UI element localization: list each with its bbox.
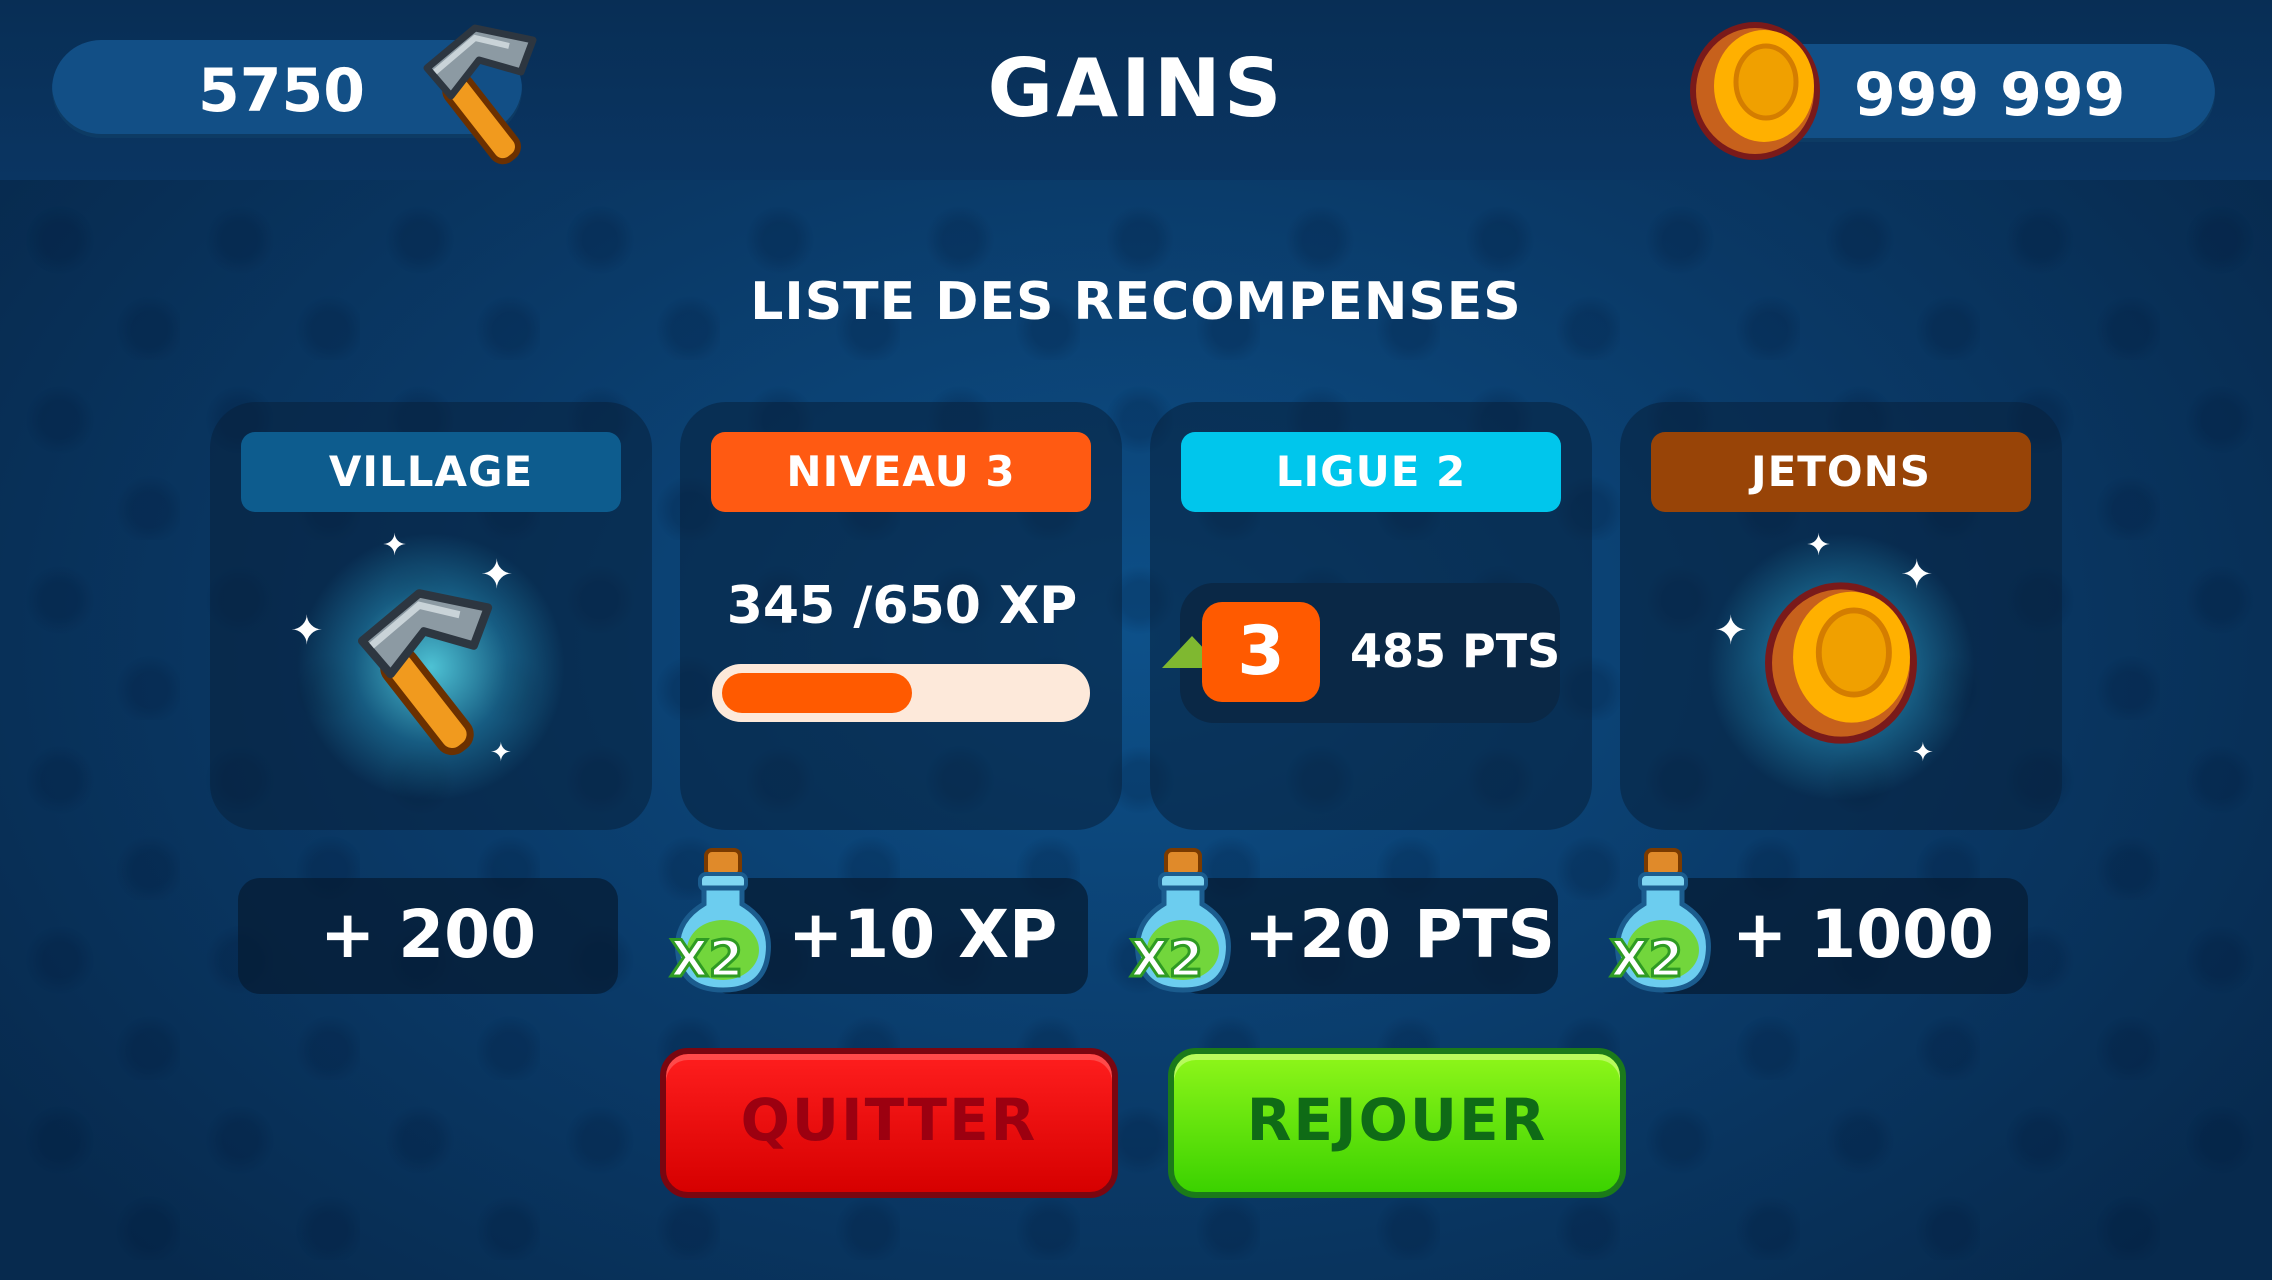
sparkle-icon: ✦: [1912, 738, 1934, 768]
tokens-header: JETONS: [1651, 432, 2031, 512]
coin-count: 999 999: [1854, 60, 2126, 130]
sparkle-icon: ✦: [1900, 552, 1934, 598]
xp-progress-fill: [722, 673, 912, 713]
xp-progress-text: 345 /650 XP: [726, 576, 1078, 636]
rewards-list-title: LISTE DES RECOMPENSES: [750, 272, 1522, 332]
multiplier-badge: X2: [1608, 929, 1684, 990]
village-header: VILLAGE: [241, 432, 621, 512]
league-points: 485 PTS: [1350, 624, 1561, 678]
sparkle-icon: ✦: [1714, 608, 1748, 654]
sparkle-icon: ✦: [1806, 528, 1832, 563]
xp-progress-bar: [712, 664, 1090, 722]
sparkle-icon: ✦: [382, 528, 408, 563]
sparkle-icon: ✦: [480, 552, 514, 598]
league-header: LIGUE 2: [1181, 432, 1561, 512]
quit-button[interactable]: QUITTER: [660, 1048, 1118, 1198]
level-reward: +10 XP: [788, 896, 1058, 973]
sparkle-icon: ✦: [490, 738, 512, 768]
multiplier-badge: X2: [1128, 929, 1204, 990]
hammer-icon: [357, 589, 493, 756]
coin-icon: [1690, 22, 1820, 160]
coin-icon: [1765, 582, 1917, 744]
village-reward: + 200: [319, 896, 537, 973]
multiplier-badge: X2: [668, 929, 744, 990]
level-header: NIVEAU 3: [711, 432, 1091, 512]
league-reward: +20 PTS: [1244, 896, 1556, 973]
sparkle-icon: ✦: [290, 608, 324, 654]
tokens-reward: + 1000: [1732, 896, 1994, 973]
league-rank-badge: 3: [1202, 602, 1320, 702]
replay-button[interactable]: REJOUER: [1168, 1048, 1626, 1198]
